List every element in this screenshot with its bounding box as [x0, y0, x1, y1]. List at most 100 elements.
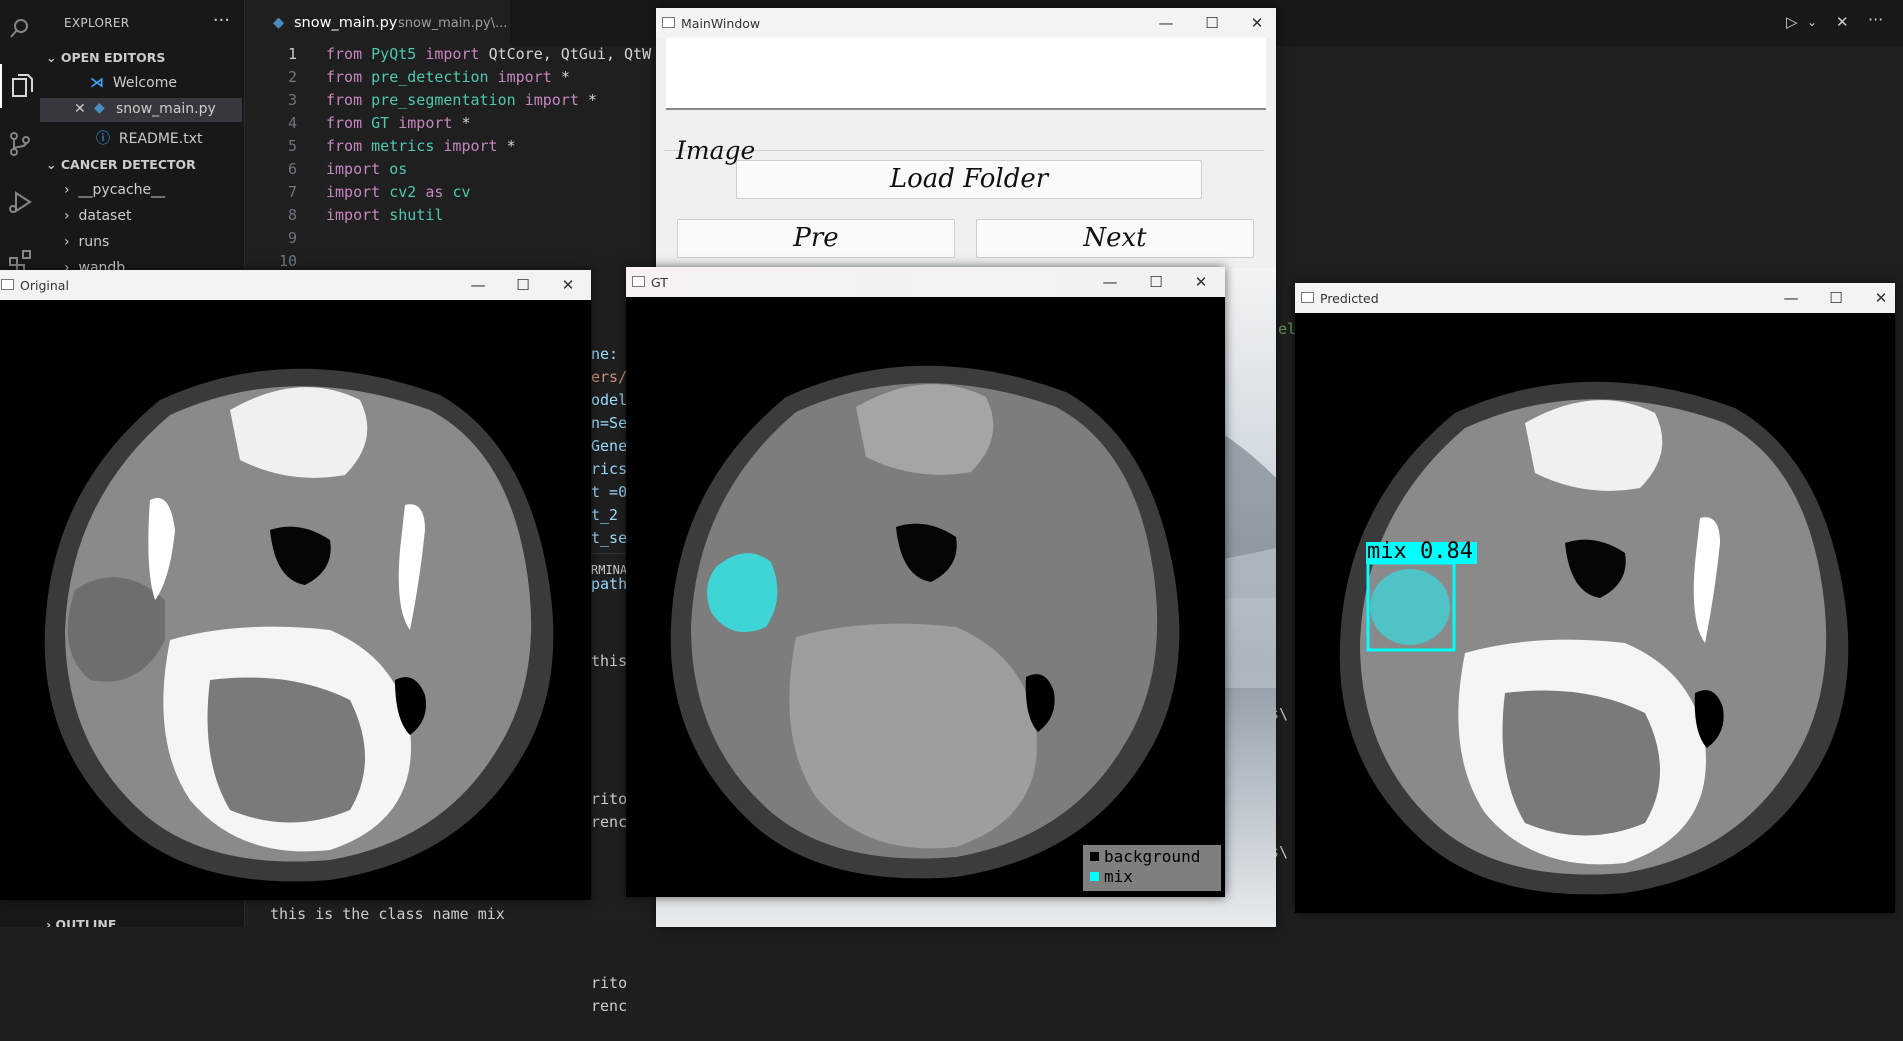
minimize-icon[interactable]: —	[463, 273, 493, 297]
covered-code-fragment: el	[1278, 320, 1297, 338]
detection-label: mix 0.84	[1367, 539, 1473, 564]
terminal-fragments: this ritorence ritorence	[591, 652, 627, 1015]
gt-window: GT — ☐ ✕ background mix	[626, 267, 1225, 897]
chevron-right-icon: ›	[64, 234, 70, 250]
legend-label-background: background	[1104, 847, 1200, 866]
window-title: Predicted	[1320, 291, 1379, 306]
split-close-icon[interactable]: ✕	[1836, 13, 1849, 31]
line-number: 6	[287, 160, 297, 178]
folder-label: dataset	[78, 208, 132, 224]
window-title: Original	[20, 278, 69, 293]
search-icon[interactable]	[0, 6, 40, 50]
open-editor-welcome[interactable]: ⋊ Welcome	[90, 75, 177, 91]
terminal-output-line: this is the class name mix	[270, 905, 505, 923]
pre-button[interactable]: Pre	[677, 219, 955, 258]
minimize-icon[interactable]: —	[1776, 286, 1806, 310]
tab-file-name: snow_main.py	[294, 15, 398, 31]
vscode-icon: ⋊	[90, 75, 104, 91]
chevron-down-icon: ⌄	[46, 50, 57, 65]
line-number: 3	[287, 91, 297, 109]
main-title-bar[interactable]: MainWindow — ☐ ✕	[656, 8, 1276, 38]
line-number: 9	[287, 229, 297, 247]
terminal-tab-fragment[interactable]: RMINA	[591, 563, 627, 577]
close-icon[interactable]: ✕	[1866, 286, 1896, 310]
original-title-bar[interactable]: Original — ☐ ✕	[0, 270, 591, 300]
gt-legend: background mix	[1083, 845, 1221, 891]
python-file-icon: ◆	[94, 100, 105, 116]
outline-section[interactable]: › OUTLINE	[46, 917, 116, 927]
predicted-title-bar[interactable]: Predicted — ☐ ✕	[1295, 283, 1895, 313]
close-icon[interactable]: ✕	[74, 101, 86, 117]
chevron-right-icon: ›	[64, 208, 70, 224]
python-file-icon: ◆	[273, 15, 285, 31]
maximize-icon[interactable]: ☐	[1141, 270, 1171, 294]
project-section[interactable]: ⌄ CANCER DETECTOR	[46, 157, 196, 172]
more-actions-icon[interactable]: ···	[213, 10, 230, 31]
gt-title-bar[interactable]: GT — ☐ ✕	[626, 267, 1225, 297]
open-editor-label: README.txt	[118, 131, 203, 147]
code-line[interactable]: from pre_segmentation import *	[326, 91, 597, 109]
line-number: 1	[287, 45, 297, 63]
outline-label: OUTLINE	[55, 917, 117, 927]
folder-wandb[interactable]: › wandb	[64, 260, 125, 270]
display-text-area[interactable]	[666, 38, 1266, 110]
info-icon: ⓘ	[96, 131, 110, 147]
close-icon[interactable]: ✕	[1242, 11, 1272, 35]
code-line[interactable]: from metrics import *	[326, 137, 516, 155]
folder-runs[interactable]: › runs	[64, 234, 109, 250]
open-editors-section[interactable]: ⌄ OPEN EDITORS	[46, 50, 165, 65]
line-number: 7	[287, 183, 297, 201]
minimize-icon[interactable]: —	[1095, 270, 1125, 294]
open-editor-snow-main[interactable]: ✕ ◆ snow_main.py	[40, 98, 242, 122]
window-title: MainWindow	[681, 16, 761, 31]
maximize-icon[interactable]: ☐	[508, 273, 538, 297]
line-number: 5	[287, 137, 297, 155]
run-debug-icon[interactable]	[0, 180, 40, 224]
folder-dataset[interactable]: › dataset	[64, 208, 131, 224]
run-icon[interactable]: ▷	[1786, 13, 1798, 31]
load-folder-button[interactable]: Load Folder	[736, 160, 1202, 199]
next-button[interactable]: Next	[976, 219, 1254, 258]
folder-label: runs	[78, 234, 110, 250]
folder-label: wandb	[78, 260, 126, 270]
line-number: 4	[287, 114, 297, 132]
open-editor-label: Welcome	[112, 75, 177, 91]
open-editor-label: snow_main.py	[116, 101, 216, 117]
more-actions-icon[interactable]: ···	[1868, 10, 1883, 29]
close-icon[interactable]: ✕	[553, 273, 583, 297]
minimize-icon[interactable]: —	[1151, 11, 1181, 35]
code-line[interactable]: from pre_detection import *	[326, 68, 570, 86]
window-icon	[632, 276, 645, 287]
code-line[interactable]: import cv2 as cv	[326, 183, 471, 201]
window-icon	[662, 17, 675, 28]
original-window: Original — ☐ ✕	[0, 270, 591, 900]
tab-file-path: snow_main.py\...	[398, 16, 508, 31]
legend-swatch-mix	[1090, 872, 1099, 881]
line-number: 2	[287, 68, 297, 86]
explorer-icon[interactable]	[0, 64, 42, 108]
legend-swatch-background	[1090, 852, 1099, 861]
close-icon[interactable]: ✕	[1186, 270, 1216, 294]
code-line[interactable]: import shutil	[326, 206, 443, 224]
predicted-ct-image	[1295, 313, 1895, 913]
code-line[interactable]: from GT import *	[326, 114, 471, 132]
project-label: CANCER DETECTOR	[60, 157, 196, 172]
chevron-down-icon[interactable]: ⌄	[1807, 15, 1817, 29]
folder-pycache[interactable]: › __pycache__	[64, 182, 165, 198]
maximize-icon[interactable]: ☐	[1197, 11, 1227, 35]
chevron-right-icon: ›	[46, 917, 52, 927]
maximize-icon[interactable]: ☐	[1821, 286, 1851, 310]
open-editor-readme[interactable]: ⓘ README.txt	[96, 128, 202, 148]
code-line[interactable]: import os	[326, 160, 407, 178]
original-ct-image	[0, 300, 591, 900]
chevron-right-icon: ›	[64, 260, 70, 270]
tab-snow-main[interactable]: ◆ snow_main.py snow_main.py\...	[245, 0, 510, 46]
source-control-icon[interactable]	[0, 122, 40, 166]
panel-divider	[591, 553, 627, 554]
legend-label-mix: mix	[1104, 867, 1133, 886]
window-icon	[1, 279, 14, 290]
code-line[interactable]: from PyQt5 import QtCore, QtGui, QtW	[326, 45, 656, 63]
open-editors-label: OPEN EDITORS	[60, 50, 166, 65]
predicted-window: Predicted — ☐ ✕ mix 0.84	[1295, 283, 1895, 913]
chevron-down-icon: ⌄	[46, 157, 57, 172]
